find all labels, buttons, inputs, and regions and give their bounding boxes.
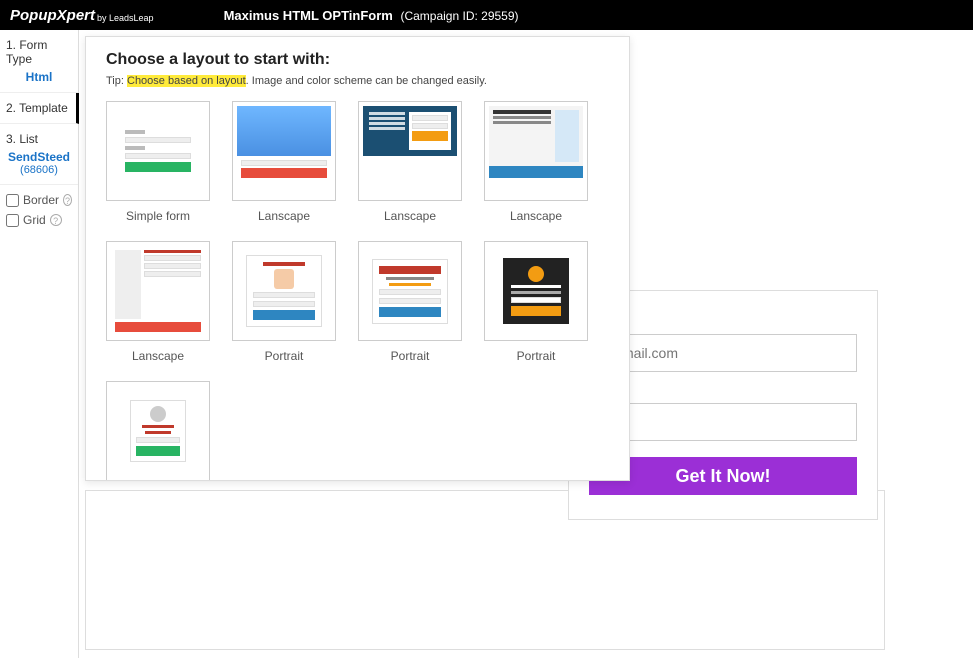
option-border[interactable]: Border ? — [6, 193, 72, 207]
template-portrait-2[interactable]: Portrait — [358, 241, 462, 363]
border-checkbox[interactable] — [6, 194, 19, 207]
template-label: Portrait — [232, 349, 336, 363]
grid-checkbox[interactable] — [6, 214, 19, 227]
sidebar-item-sub2: (68606) — [6, 164, 72, 176]
template-landscape-4[interactable]: Lanscape — [106, 241, 210, 363]
topbar: PopupXpert by LeadsLeap Maximus HTML OPT… — [0, 0, 973, 30]
template-label: Lanscape — [484, 209, 588, 223]
template-label: Simple form — [106, 209, 210, 223]
option-label: Grid — [23, 213, 46, 227]
template-portrait-4[interactable] — [106, 381, 210, 480]
template-label: Lanscape — [358, 209, 462, 223]
template-landscape-1[interactable]: Lanscape — [232, 101, 336, 223]
chooser-tip: Tip: Choose based on layout. Image and c… — [106, 75, 609, 87]
sidebar-item-sub: Html — [6, 70, 72, 84]
sidebar-item-label: 1. Form Type — [6, 38, 72, 66]
help-icon[interactable]: ? — [50, 214, 62, 226]
brand-sub: by LeadsLeap — [97, 13, 154, 23]
tip-highlight: Choose based on layout — [127, 75, 246, 87]
template-simple-form[interactable]: Simple form — [106, 101, 210, 223]
sidebar-item-list[interactable]: 3. List SendSteed (68606) — [0, 124, 78, 185]
template-landscape-2[interactable]: Lanscape — [358, 101, 462, 223]
campaign-id: (Campaign ID: 29559) — [400, 9, 518, 23]
template-thumb — [484, 241, 588, 341]
template-label: Portrait — [358, 349, 462, 363]
title-text: Maximus HTML OPTinForm — [224, 8, 393, 23]
template-thumb — [106, 241, 210, 341]
template-thumb — [484, 101, 588, 201]
sidebar: 1. Form Type Html 2. Template 3. List Se… — [0, 30, 79, 658]
template-chooser: Choose a layout to start with: Tip: Choo… — [85, 36, 630, 481]
sidebar-item-sub: SendSteed — [6, 150, 72, 164]
template-grid: Simple form Lanscape L — [106, 101, 609, 480]
template-thumb — [232, 241, 336, 341]
template-label: Lanscape — [106, 349, 210, 363]
template-thumb — [106, 101, 210, 201]
template-thumb — [358, 241, 462, 341]
template-label: Portrait — [484, 349, 588, 363]
sidebar-options: Border ? Grid ? — [0, 185, 78, 241]
sidebar-item-label: 3. List — [6, 132, 72, 146]
option-grid[interactable]: Grid ? — [6, 213, 72, 227]
template-portrait-3[interactable]: Portrait — [484, 241, 588, 363]
page-title: Maximus HTML OPTinForm (Campaign ID: 295… — [224, 8, 519, 23]
chooser-scroll[interactable]: Choose a layout to start with: Tip: Choo… — [86, 37, 629, 480]
template-thumb — [358, 101, 462, 201]
option-label: Border — [23, 193, 59, 207]
template-thumb — [232, 101, 336, 201]
template-thumb — [106, 381, 210, 480]
sidebar-item-form-type[interactable]: 1. Form Type Html — [0, 30, 78, 93]
sidebar-item-template[interactable]: 2. Template — [0, 93, 79, 124]
template-label: Lanscape — [232, 209, 336, 223]
chooser-heading: Choose a layout to start with: — [106, 51, 609, 69]
brand: PopupXpert — [10, 7, 95, 24]
tip-suffix: . Image and color scheme can be changed … — [246, 75, 487, 87]
sidebar-item-label: 2. Template — [6, 101, 70, 115]
tip-prefix: Tip: — [106, 75, 127, 87]
template-portrait-1[interactable]: Portrait — [232, 241, 336, 363]
help-icon[interactable]: ? — [63, 194, 72, 206]
template-landscape-3[interactable]: Lanscape — [484, 101, 588, 223]
